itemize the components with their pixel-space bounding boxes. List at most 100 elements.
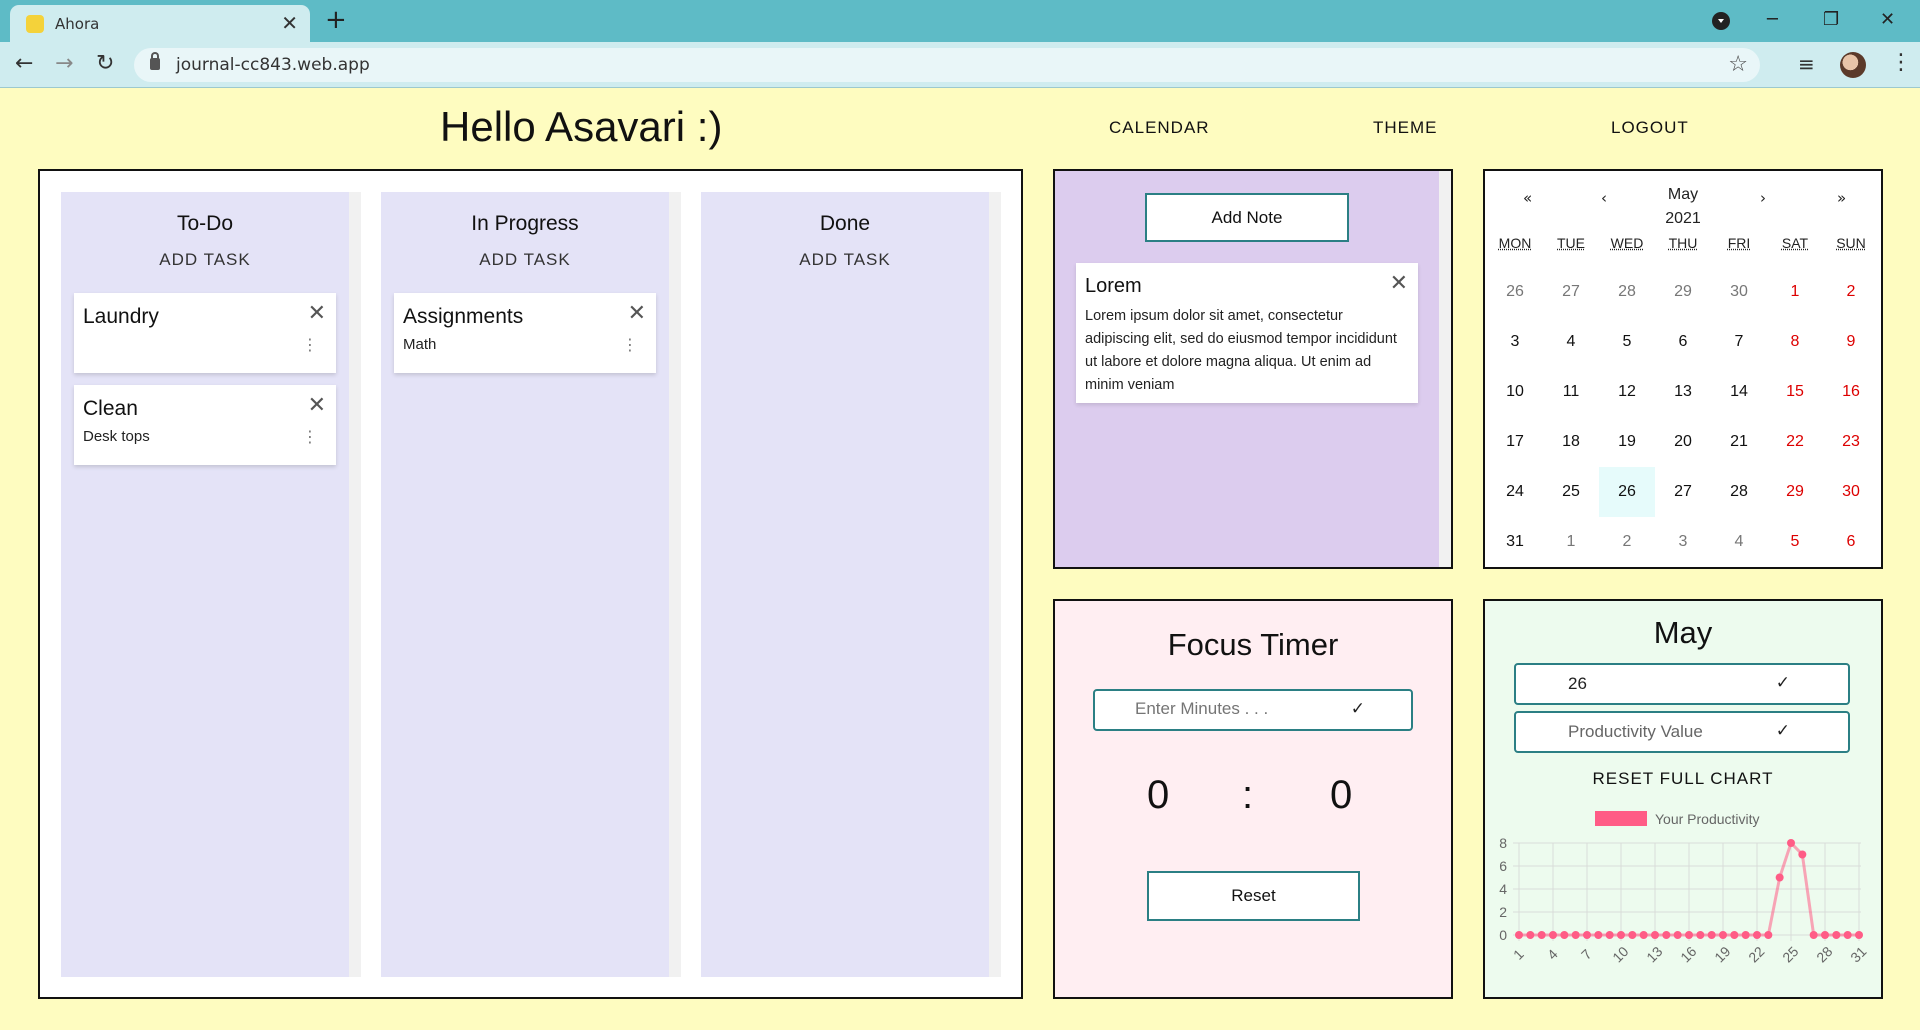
calendar-day[interactable]: 14 [1711,367,1767,417]
data-point[interactable] [1549,931,1557,939]
calendar-day[interactable]: 28 [1599,267,1655,317]
calendar-day[interactable]: 23 [1823,417,1879,467]
calendar-day[interactable]: 16 [1823,367,1879,417]
calendar-day[interactable]: 18 [1543,417,1599,467]
calendar-day[interactable]: 2 [1823,267,1879,317]
data-point[interactable] [1832,931,1841,939]
data-point[interactable] [1651,931,1659,939]
data-point[interactable] [1583,931,1591,939]
calendar-day[interactable]: 29 [1767,467,1823,517]
add-task-button[interactable]: ADD TASK [381,250,669,270]
data-point[interactable] [1730,931,1739,939]
calendar-day[interactable]: 1 [1543,517,1599,567]
calendar-day[interactable]: 26 [1599,467,1655,517]
reset-button[interactable]: Reset [1147,871,1360,921]
data-point[interactable] [1628,931,1637,939]
close-icon[interactable]: ✕ [628,303,646,325]
close-icon[interactable]: ✕ [1390,273,1408,295]
close-icon[interactable]: ✕ [308,395,326,417]
data-point[interactable] [1605,931,1614,939]
add-note-button[interactable]: Add Note [1145,193,1349,242]
data-point[interactable] [1515,931,1523,939]
calendar-day[interactable]: 30 [1711,267,1767,317]
note-card[interactable]: Lorem ✕ Lorem ipsum dolor sit amet, cons… [1076,263,1418,403]
reset-chart-button[interactable]: RESET FULL CHART [1485,769,1881,789]
calendar-day[interactable]: 7 [1711,317,1767,367]
browser-tab[interactable]: Ahora ✕ [10,5,310,42]
data-point[interactable] [1662,931,1671,939]
data-point[interactable] [1560,931,1569,939]
data-point[interactable] [1696,931,1705,939]
calendar-day[interactable]: 9 [1823,317,1879,367]
data-point[interactable] [1821,931,1829,939]
calendar-day[interactable]: 31 [1487,517,1543,567]
calendar-day[interactable]: 13 [1655,367,1711,417]
calendar-day[interactable]: 11 [1543,367,1599,417]
check-icon[interactable]: ✓ [1776,721,1790,741]
calendar-day[interactable]: 6 [1655,317,1711,367]
calendar-day[interactable]: 6 [1823,517,1879,567]
calendar-day[interactable]: 12 [1599,367,1655,417]
tab-close-icon[interactable]: ✕ [281,11,298,35]
calendar-day[interactable]: 1 [1767,267,1823,317]
calendar-day[interactable]: 27 [1543,267,1599,317]
calendar-day[interactable]: 10 [1487,367,1543,417]
productivity-value-input[interactable] [1568,722,1788,742]
calendar-day[interactable]: 30 [1823,467,1879,517]
data-point[interactable] [1775,873,1784,882]
productivity-value-field[interactable]: ✓ [1514,711,1850,753]
data-point[interactable] [1741,931,1750,939]
data-point[interactable] [1537,931,1546,939]
check-icon[interactable]: ✓ [1351,699,1365,719]
data-point[interactable] [1639,931,1648,939]
task-card[interactable]: Assignments Math ✕ ⋮ [394,293,656,373]
legend-swatch[interactable] [1595,811,1647,826]
calendar-day[interactable]: 21 [1711,417,1767,467]
calendar-day[interactable]: 5 [1767,517,1823,567]
nav-logout[interactable]: LOGOUT [1611,118,1689,138]
add-task-button[interactable]: ADD TASK [61,250,349,270]
nav-theme[interactable]: THEME [1373,118,1438,138]
next-month-button[interactable]: › [1760,189,1766,207]
calendar-day[interactable]: 19 [1599,417,1655,467]
minutes-field[interactable]: ✓ [1093,689,1413,731]
more-options-icon[interactable]: ⋮ [302,337,318,353]
window-close-icon[interactable]: ✕ [1880,6,1895,34]
calendar-day[interactable]: 26 [1487,267,1543,317]
data-point[interactable] [1719,931,1727,939]
minimize-icon[interactable]: ─ [1767,6,1778,34]
data-point[interactable] [1809,931,1818,939]
back-icon[interactable]: ← [15,50,33,78]
calendar-day[interactable]: 3 [1487,317,1543,367]
data-point[interactable] [1787,839,1795,847]
new-tab-icon[interactable]: + [325,6,347,34]
data-point[interactable] [1843,931,1852,939]
calendar-day[interactable]: 5 [1599,317,1655,367]
profile-menu-icon[interactable] [1712,12,1730,30]
nav-calendar[interactable]: CALENDAR [1109,118,1210,138]
url-field[interactable]: journal-cc843.web.app ☆ [134,48,1760,82]
reading-list-icon[interactable]: ≡ [1798,52,1815,76]
day-field[interactable]: ✓ [1514,663,1850,705]
reload-icon[interactable]: ↻ [96,50,114,78]
calendar-day[interactable]: 29 [1655,267,1711,317]
check-icon[interactable]: ✓ [1776,673,1790,693]
more-options-icon[interactable]: ⋮ [622,337,638,353]
data-point[interactable] [1571,931,1580,939]
data-point[interactable] [1753,931,1761,939]
task-card[interactable]: Laundry ✕ ⋮ [74,293,336,373]
calendar-day[interactable]: 4 [1543,317,1599,367]
browser-menu-icon[interactable]: ⋮ [1890,50,1912,75]
data-point[interactable] [1707,931,1716,939]
data-point[interactable] [1673,931,1682,939]
add-task-button[interactable]: ADD TASK [701,250,989,270]
bookmark-star-icon[interactable]: ☆ [1728,52,1748,77]
calendar-day[interactable]: 3 [1655,517,1711,567]
data-point[interactable] [1855,931,1863,939]
data-point[interactable] [1617,931,1625,939]
calendar-day[interactable]: 28 [1711,467,1767,517]
calendar-day[interactable]: 20 [1655,417,1711,467]
calendar-day[interactable]: 17 [1487,417,1543,467]
data-point[interactable] [1685,931,1693,939]
calendar-day[interactable]: 8 [1767,317,1823,367]
